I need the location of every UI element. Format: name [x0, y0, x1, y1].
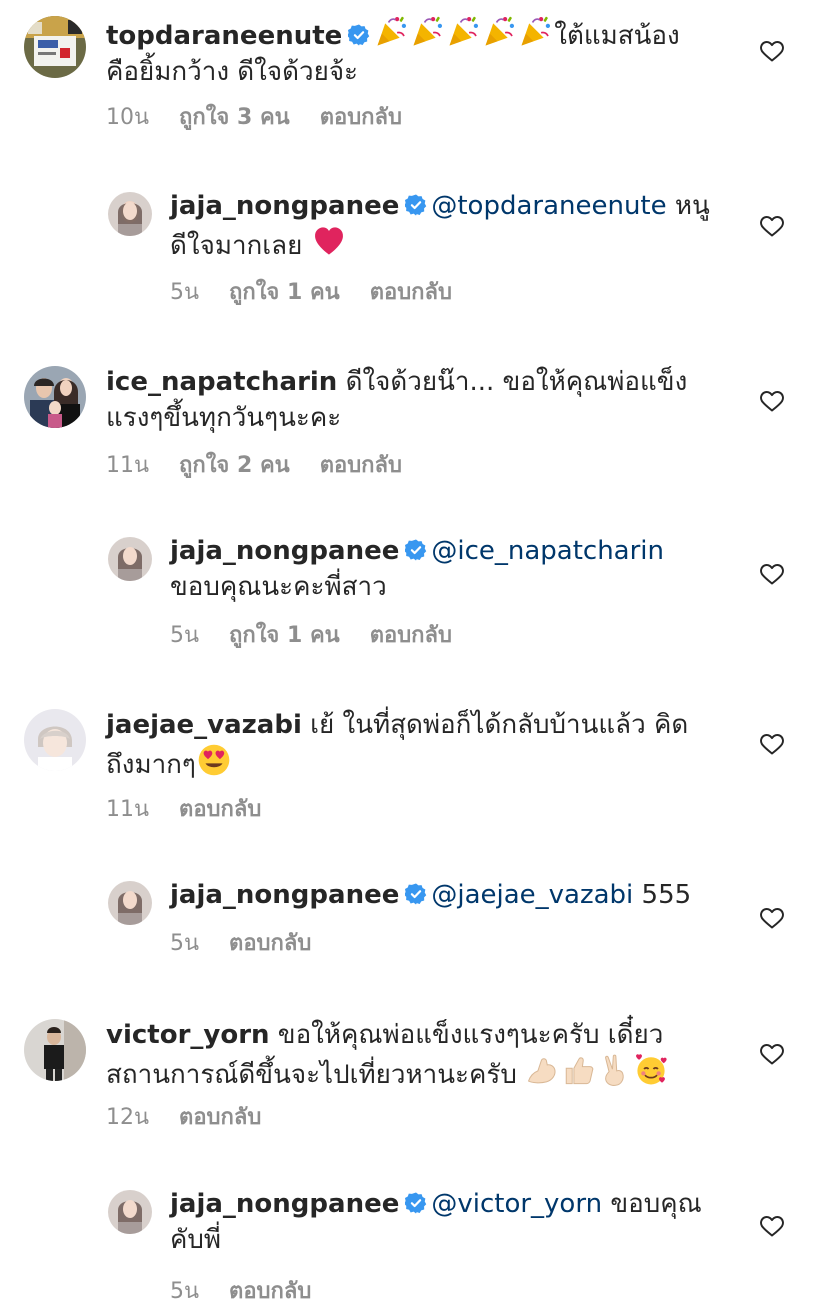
comment-text: topdaraneenute ใต้แมสน้องคือยิ้มกว้าง ดีใ…: [106, 14, 706, 90]
heart-outline-icon[interactable]: [758, 38, 786, 64]
avatar-image: [24, 709, 86, 771]
heart-outline-icon[interactable]: [758, 905, 786, 931]
comment-text: jaja_nongpanee @topdaraneenute หนูดีใจมาก…: [170, 188, 710, 264]
reply-button[interactable]: ตอบกลับ: [229, 1279, 311, 1304]
comment-meta: 5น ตอบกลับ: [170, 1278, 341, 1306]
comment-text: jaejae_vazabi เย้ ในที่สุดพ่อก็ได้กลับบ้…: [106, 707, 706, 783]
comment-meta: 12น ตอบกลับ: [106, 1104, 291, 1132]
avatar-image: [108, 537, 152, 581]
username-link[interactable]: ice_napatcharin: [106, 367, 337, 397]
timestamp: 11น: [106, 453, 150, 478]
heart-outline-icon[interactable]: [758, 1213, 786, 1239]
avatar[interactable]: [108, 537, 152, 581]
heart-outline-icon[interactable]: [758, 1041, 786, 1067]
comment-meta: 10น ถูกใจ 3 คน ตอบกลับ: [106, 104, 432, 132]
username-link[interactable]: jaja_nongpanee: [170, 1189, 399, 1219]
victory-hand-icon: [598, 1053, 632, 1087]
avatar-image: [108, 192, 152, 236]
comment-text: jaja_nongpanee @victor_yorn ขอบคุณคับพี่: [170, 1186, 710, 1258]
timestamp: 5น: [170, 931, 200, 956]
verified-icon: [405, 194, 427, 216]
comment-meta: 5น ตอบกลับ: [170, 930, 341, 958]
avatar[interactable]: [24, 709, 86, 771]
comment-text: jaja_nongpanee @jaejae_vazabi 555: [170, 877, 710, 913]
comment-meta: 5น ถูกใจ 1 คน ตอบกลับ: [170, 622, 482, 650]
comment-body: ขอบคุณนะคะพี่สาว: [170, 572, 387, 602]
avatar[interactable]: [108, 192, 152, 236]
party-popper-icon: [447, 14, 481, 48]
comment-text: jaja_nongpanee @ice_napatcharin ขอบคุณนะคะ…: [170, 533, 710, 605]
reply-button[interactable]: ตอบกลับ: [179, 1105, 261, 1130]
comment-meta: 5น ถูกใจ 1 คน ตอบกลับ: [170, 279, 482, 307]
party-popper-icon: [375, 14, 409, 48]
comment-meta: 11น ตอบกลับ: [106, 796, 291, 824]
heart-eyes-icon: [197, 743, 231, 777]
username-link[interactable]: jaja_nongpanee: [170, 880, 399, 910]
reply-button[interactable]: ตอบกลับ: [320, 105, 402, 130]
username-link[interactable]: topdaraneenute: [106, 21, 342, 51]
party-popper-icon: [483, 14, 517, 48]
avatar-image: [24, 366, 86, 428]
comment-meta: 11น ถูกใจ 2 คน ตอบกลับ: [106, 452, 432, 480]
verified-icon: [405, 1192, 427, 1214]
avatar[interactable]: [24, 1019, 86, 1081]
muscle-icon: [526, 1053, 560, 1087]
heart-outline-icon[interactable]: [758, 213, 786, 239]
reply-button[interactable]: ตอบกลับ: [229, 931, 311, 956]
comment-text: ice_napatcharin ดีใจด้วยน๊า... ขอให้คุณพ…: [106, 364, 706, 436]
username-link[interactable]: jaja_nongpanee: [170, 191, 399, 221]
verified-icon: [348, 24, 370, 46]
comment-body: 555: [641, 880, 692, 910]
heart-outline-icon[interactable]: [758, 731, 786, 757]
reply-button[interactable]: ตอบกลับ: [370, 623, 452, 648]
party-popper-icon: [519, 14, 553, 48]
verified-icon: [405, 539, 427, 561]
timestamp: 10น: [106, 105, 150, 130]
avatar[interactable]: [24, 16, 86, 78]
red-heart-icon: [312, 224, 346, 258]
username-link[interactable]: victor_yorn: [106, 1020, 270, 1050]
likes-count[interactable]: ถูกใจ 1 คน: [229, 280, 340, 305]
timestamp: 11น: [106, 797, 150, 822]
party-popper-icon: [411, 14, 445, 48]
comment-text: victor_yorn ขอให้คุณพ่อแข็งแรงๆนะครับ เด…: [106, 1017, 706, 1093]
reply-button[interactable]: ตอบกลับ: [179, 797, 261, 822]
avatar-image: [24, 1019, 86, 1081]
mention-link[interactable]: @ice_napatcharin: [431, 536, 664, 566]
avatar-image: [108, 881, 152, 925]
timestamp: 5น: [170, 1279, 200, 1304]
avatar[interactable]: [24, 366, 86, 428]
likes-count[interactable]: ถูกใจ 3 คน: [179, 105, 290, 130]
likes-count[interactable]: ถูกใจ 2 คน: [179, 453, 290, 478]
avatar[interactable]: [108, 881, 152, 925]
reply-button[interactable]: ตอบกลับ: [370, 280, 452, 305]
mention-link[interactable]: @victor_yorn: [431, 1189, 602, 1219]
username-link[interactable]: jaejae_vazabi: [106, 710, 302, 740]
likes-count[interactable]: ถูกใจ 1 คน: [229, 623, 340, 648]
timestamp: 5น: [170, 623, 200, 648]
avatar[interactable]: [108, 1190, 152, 1234]
verified-icon: [405, 883, 427, 905]
smiling-hearts-icon: [634, 1053, 668, 1087]
username-link[interactable]: jaja_nongpanee: [170, 536, 399, 566]
thumbs-up-icon: [562, 1053, 596, 1087]
heart-outline-icon[interactable]: [758, 561, 786, 587]
mention-link[interactable]: @topdaraneenute: [431, 191, 666, 221]
timestamp: 5น: [170, 280, 200, 305]
mention-link[interactable]: @jaejae_vazabi: [431, 880, 633, 910]
avatar-image: [108, 1190, 152, 1234]
heart-outline-icon[interactable]: [758, 388, 786, 414]
timestamp: 12น: [106, 1105, 150, 1130]
avatar-image: [24, 16, 86, 78]
reply-button[interactable]: ตอบกลับ: [320, 453, 402, 478]
